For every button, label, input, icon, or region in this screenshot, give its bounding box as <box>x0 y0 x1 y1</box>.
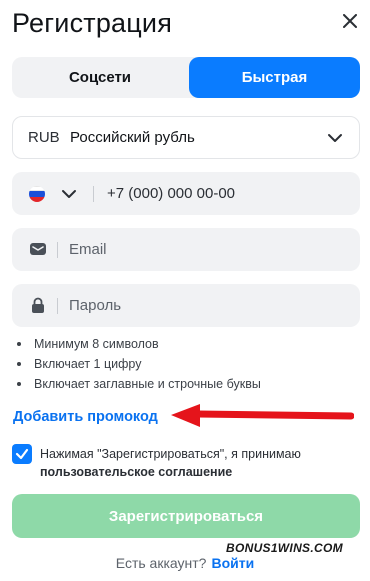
password-rule: Включает заглавные и строчные буквы <box>14 374 261 394</box>
password-rule: Минимум 8 символов <box>14 334 261 354</box>
register-button[interactable]: Зарегистрироваться <box>12 494 360 538</box>
currency-name: Российский рубль <box>70 129 195 146</box>
password-field <box>12 284 360 327</box>
divider <box>93 186 94 202</box>
russia-flag-icon[interactable] <box>29 186 45 202</box>
watermark: BONUS1WINS.COM <box>226 541 343 555</box>
checkmark-icon <box>15 448 29 460</box>
login-question: Есть аккаунт? <box>115 555 207 571</box>
tab-quick[interactable]: Быстрая <box>189 57 360 98</box>
agreement-checkbox[interactable] <box>12 444 32 464</box>
currency-code: RUB <box>28 129 60 146</box>
password-rules: Минимум 8 символов Включает 1 цифру Вклю… <box>14 334 261 394</box>
chevron-down-icon[interactable] <box>61 186 77 202</box>
password-input[interactable] <box>69 284 349 327</box>
envelope-icon <box>30 243 46 255</box>
registration-tabs: Соцсети Быстрая <box>12 57 360 98</box>
agreement-text: Нажимая "Зарегистрироваться", я принимаю… <box>40 445 350 481</box>
chevron-down-icon <box>328 134 342 142</box>
email-field <box>12 228 360 271</box>
close-button[interactable] <box>339 10 361 32</box>
agreement-label: Нажимая "Зарегистрироваться", я принимаю <box>40 447 301 461</box>
red-arrow-icon <box>171 404 354 427</box>
divider <box>57 242 58 258</box>
tab-social[interactable]: Соцсети <box>12 57 188 98</box>
lock-icon <box>32 297 44 313</box>
user-agreement-link[interactable]: пользовательское соглашение <box>40 465 232 479</box>
page-title: Регистрация <box>12 8 173 38</box>
add-promo-link[interactable]: Добавить промокод <box>13 409 158 425</box>
phone-field <box>12 172 360 215</box>
login-prompt: Есть аккаунт? Войти <box>0 555 370 571</box>
phone-input[interactable] <box>107 172 347 215</box>
password-rule: Включает 1 цифру <box>14 354 261 374</box>
email-input[interactable] <box>69 228 349 271</box>
divider <box>57 298 58 314</box>
close-icon <box>343 14 357 28</box>
currency-select[interactable]: RUB Российский рубль <box>12 116 360 159</box>
login-link[interactable]: Войти <box>211 555 254 571</box>
